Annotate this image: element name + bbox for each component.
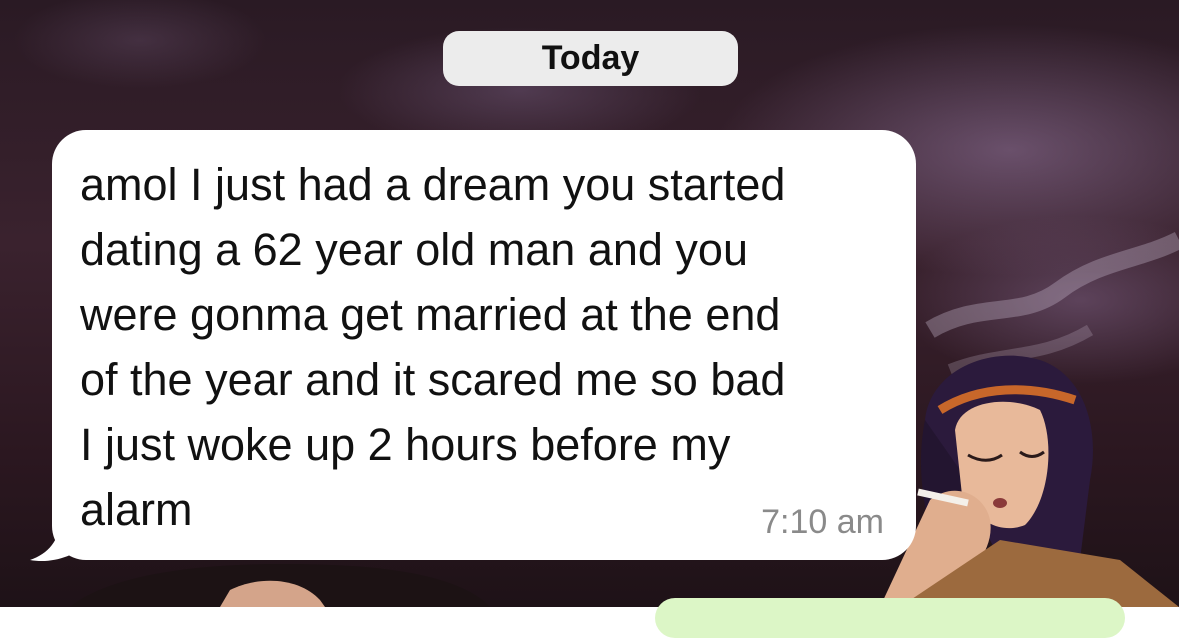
date-divider: Today (443, 31, 738, 86)
outgoing-message-bubble-partial[interactable] (655, 598, 1125, 638)
incoming-message-bubble[interactable]: amol I just had a dream you started dati… (52, 130, 916, 560)
message-timestamp: 7:10 am (761, 503, 884, 541)
message-text: amol I just had a dream you started dati… (80, 159, 786, 535)
